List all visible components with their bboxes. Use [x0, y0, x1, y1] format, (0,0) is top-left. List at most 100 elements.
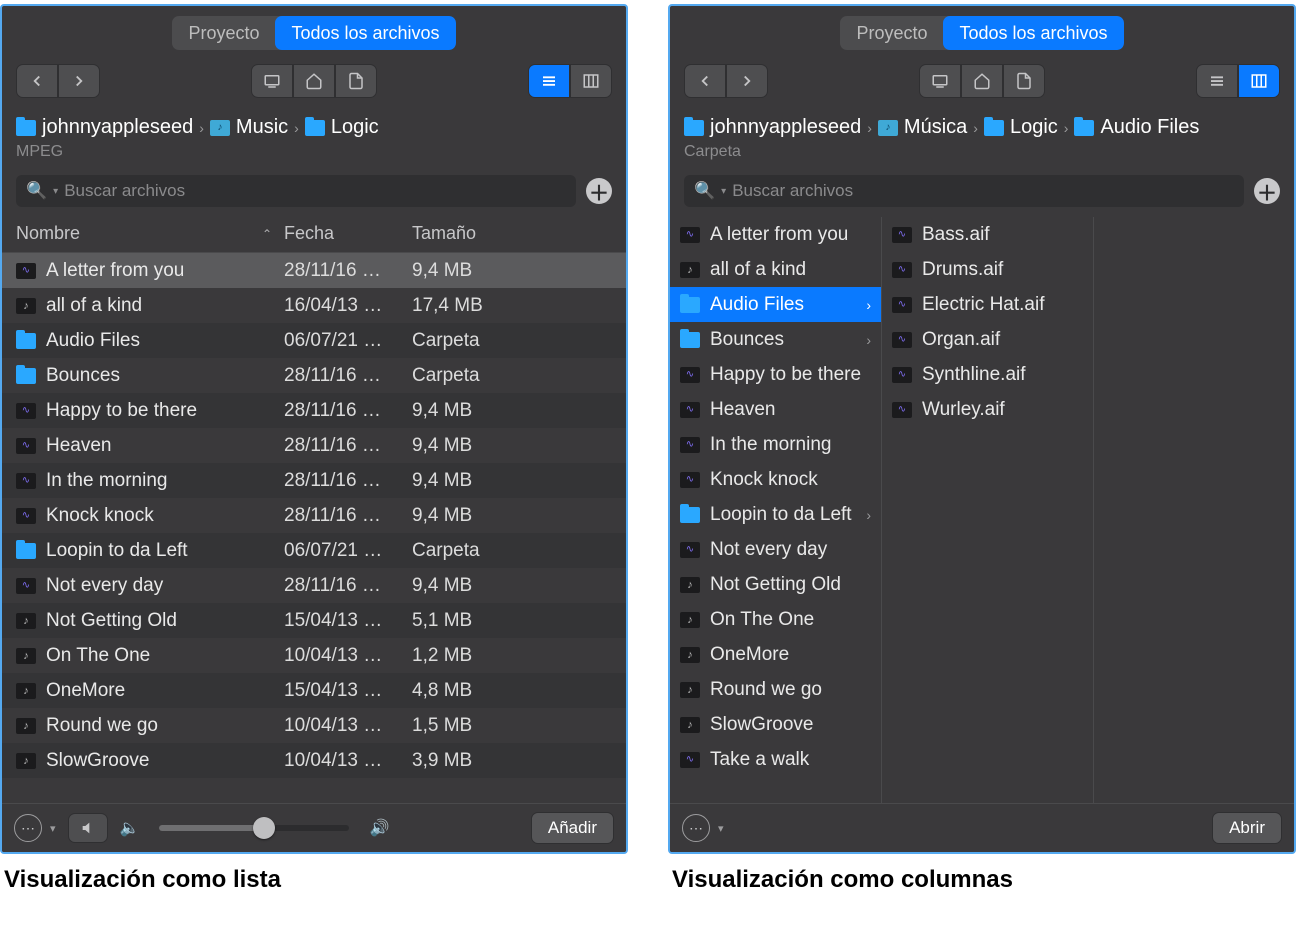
column-item[interactable]: ∿Synthline.aif	[882, 357, 1093, 392]
location-project-button[interactable]	[335, 64, 377, 98]
view-columns-button[interactable]	[1238, 64, 1280, 98]
column-item[interactable]: ∿Drums.aif	[882, 252, 1093, 287]
table-row[interactable]: ∿Not every day28/11/16 …9,4 MB	[2, 568, 626, 603]
scope-tabs: Proyecto Todos los archivos	[2, 6, 626, 58]
add-filter-button[interactable]: ＋	[1254, 178, 1280, 204]
location-computer-button[interactable]	[251, 64, 293, 98]
column-item[interactable]: Audio Files›	[670, 287, 881, 322]
file-name: Round we go	[710, 679, 822, 701]
file-size: 9,4 MB	[412, 575, 612, 597]
column-item[interactable]: Loopin to da Left›	[670, 497, 881, 532]
column-item[interactable]: ∿ Not every day	[670, 532, 881, 567]
file-size: 17,4 MB	[412, 295, 612, 317]
folder-icon	[680, 507, 700, 523]
table-row[interactable]: Audio Files06/07/21 …Carpeta	[2, 323, 626, 358]
column-item[interactable]: Bounces›	[670, 322, 881, 357]
column-item[interactable]: ∿Bass.aif	[882, 217, 1093, 252]
actions-menu-button[interactable]: ⋯	[682, 814, 710, 842]
breadcrumb-item[interactable]: Audio Files	[1074, 116, 1199, 139]
tab-project[interactable]: Proyecto	[840, 16, 943, 50]
volume-min-icon: 🔈	[120, 818, 140, 838]
search-dropdown-icon[interactable]: ▾	[721, 186, 726, 197]
column-item[interactable]: On The One	[670, 602, 881, 637]
location-home-button[interactable]	[961, 64, 1003, 98]
file-size: 1,2 MB	[412, 645, 612, 667]
nav-forward-button[interactable]	[58, 64, 100, 98]
column-item[interactable]: ∿Take a walk	[670, 742, 881, 777]
volume-slider[interactable]	[159, 825, 349, 831]
song-icon	[680, 577, 700, 593]
breadcrumb-item[interactable]: johnnyappleseed	[16, 116, 193, 139]
file-size: Carpeta	[412, 540, 612, 562]
view-columns-button[interactable]	[570, 64, 612, 98]
wave-icon: ∿	[680, 542, 700, 558]
file-size: 9,4 MB	[412, 435, 612, 457]
table-row[interactable]: ∿Happy to be there28/11/16 …9,4 MB	[2, 393, 626, 428]
column-item[interactable]: ∿Organ.aif	[882, 322, 1093, 357]
column-item[interactable]: ∿Knock knock	[670, 462, 881, 497]
table-row[interactable]: ∿Heaven28/11/16 …9,4 MB	[2, 428, 626, 463]
location-home-button[interactable]	[293, 64, 335, 98]
table-row[interactable]: Loopin to da Left06/07/21 …Carpeta	[2, 533, 626, 568]
search-dropdown-icon[interactable]: ▾	[53, 186, 58, 197]
open-button[interactable]: Abrir	[1212, 812, 1282, 844]
file-date: 28/11/16 …	[284, 260, 412, 282]
table-row[interactable]: ∿In the morning28/11/16 …9,4 MB	[2, 463, 626, 498]
column-header-size[interactable]: Tamaño	[412, 223, 612, 244]
table-row[interactable]: all of a kind16/04/13 …17,4 MB	[2, 288, 626, 323]
search-placeholder: Buscar archivos	[64, 181, 185, 201]
table-row[interactable]: Not Getting Old15/04/13 …5,1 MB	[2, 603, 626, 638]
location-project-button[interactable]	[1003, 64, 1045, 98]
column-item[interactable]: all of a kind	[670, 252, 881, 287]
file-name: Not every day	[710, 539, 827, 561]
column-item[interactable]: OneMore	[670, 637, 881, 672]
breadcrumb-item[interactable]: ♪Música	[878, 116, 967, 139]
column-item[interactable]: ∿In the morning	[670, 427, 881, 462]
column-item[interactable]: ∿Happy to be there	[670, 357, 881, 392]
search-input[interactable]: 🔍 ▾ Buscar archivos	[16, 175, 576, 207]
column-item[interactable]: ∿Heaven	[670, 392, 881, 427]
list-view-pane: Proyecto Todos los archivos johnnyapples…	[0, 4, 628, 854]
column-item[interactable]: SlowGroove	[670, 707, 881, 742]
search-input[interactable]: 🔍 ▾ Buscar archivos	[684, 175, 1244, 207]
tab-all-files[interactable]: Todos los archivos	[943, 16, 1123, 50]
wave-icon: ∿	[16, 473, 36, 489]
view-list-button[interactable]	[1196, 64, 1238, 98]
column-item[interactable]: ∿A letter from you	[670, 217, 881, 252]
table-row[interactable]: SlowGroove10/04/13 …3,9 MB	[2, 743, 626, 778]
table-row[interactable]: ∿A letter from you28/11/16 …9,4 MB	[2, 253, 626, 288]
column-header-date[interactable]: Fecha	[284, 223, 412, 244]
view-list-button[interactable]	[528, 64, 570, 98]
column-item[interactable]: Not Getting Old	[670, 567, 881, 602]
column-header-name[interactable]: Nombre ⌃	[16, 223, 284, 244]
nav-back-button[interactable]	[684, 64, 726, 98]
nav-back-button[interactable]	[16, 64, 58, 98]
column-item[interactable]: Round we go	[670, 672, 881, 707]
column-item[interactable]: ∿Electric Hat.aif	[882, 287, 1093, 322]
file-date: 10/04/13 …	[284, 645, 412, 667]
song-icon	[680, 717, 700, 733]
breadcrumb-item[interactable]: johnnyappleseed	[684, 116, 861, 139]
tab-all-files[interactable]: Todos los archivos	[275, 16, 455, 50]
breadcrumb-item[interactable]: Logic	[984, 116, 1058, 139]
tab-project[interactable]: Proyecto	[172, 16, 275, 50]
table-row[interactable]: On The One10/04/13 …1,2 MB	[2, 638, 626, 673]
preview-play-button[interactable]	[68, 813, 108, 843]
file-size: 9,4 MB	[412, 470, 612, 492]
nav-forward-button[interactable]	[726, 64, 768, 98]
search-placeholder: Buscar archivos	[732, 181, 853, 201]
breadcrumb-item[interactable]: Logic	[305, 116, 379, 139]
add-button[interactable]: Añadir	[531, 812, 614, 844]
table-row[interactable]: Bounces28/11/16 …Carpeta	[2, 358, 626, 393]
add-filter-button[interactable]: ＋	[586, 178, 612, 204]
location-computer-button[interactable]	[919, 64, 961, 98]
table-row[interactable]: Round we go10/04/13 …1,5 MB	[2, 708, 626, 743]
actions-menu-button[interactable]: ⋯	[14, 814, 42, 842]
file-name: In the morning	[46, 470, 167, 492]
breadcrumb-item[interactable]: ♪Music	[210, 116, 288, 139]
column-item[interactable]: ∿Wurley.aif	[882, 392, 1093, 427]
scope-tabs: Proyecto Todos los archivos	[670, 6, 1294, 58]
table-row[interactable]: ∿Knock knock28/11/16 …9,4 MB	[2, 498, 626, 533]
file-size: 9,4 MB	[412, 260, 612, 282]
table-row[interactable]: OneMore15/04/13 …4,8 MB	[2, 673, 626, 708]
